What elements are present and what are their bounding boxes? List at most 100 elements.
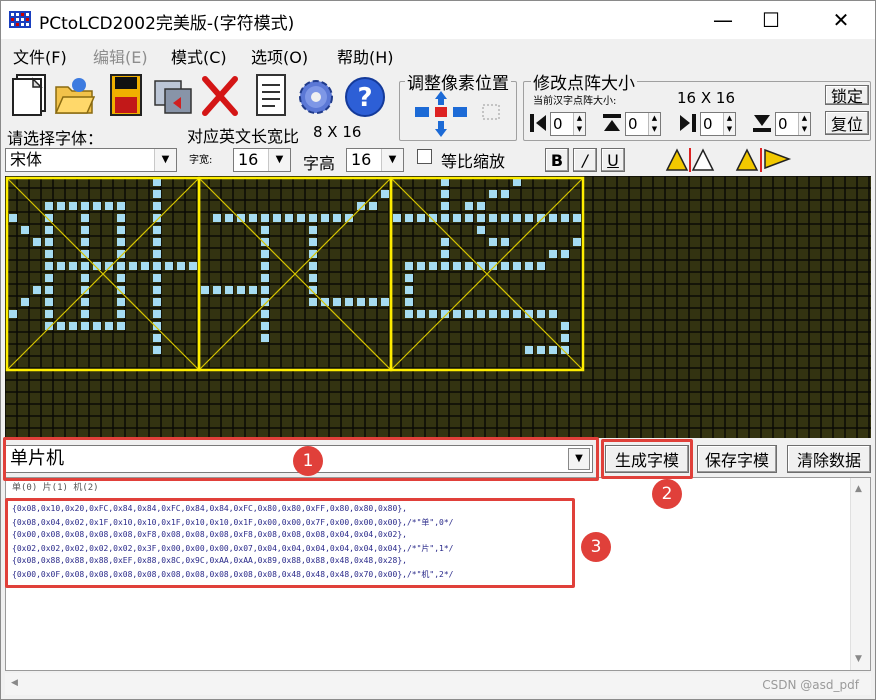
glyph-pixel <box>93 202 101 210</box>
glyph-pixel <box>129 262 137 270</box>
glyph-pixel <box>153 190 161 198</box>
notepad-icon[interactable] <box>251 73 293 119</box>
glyph-pixel <box>477 226 485 234</box>
glyph-pixel <box>57 322 65 330</box>
glyph-pixel <box>81 202 89 210</box>
select-font-label: 请选择字体： <box>7 129 104 148</box>
glyph-pixel <box>21 298 29 306</box>
glyph-pixel <box>297 214 305 222</box>
ratio-label: 对应英文长宽比 <box>187 127 300 146</box>
proportional-label: 等比缩放 <box>441 152 506 171</box>
glyph-pixel <box>117 262 125 270</box>
glyph-pixel <box>489 238 497 246</box>
proportional-checkbox[interactable] <box>417 149 432 164</box>
help-icon[interactable]: ? <box>343 73 385 119</box>
right-margin-icon <box>680 114 696 132</box>
canvas-background <box>5 176 871 438</box>
glyph-pixel <box>525 346 533 354</box>
glyph-pixel <box>45 226 53 234</box>
glyph-pixel <box>513 310 521 318</box>
menu-options[interactable]: 选项(O) <box>251 44 308 68</box>
glyph-pixel <box>69 202 77 210</box>
glyph-pixel <box>81 322 89 330</box>
font-select[interactable]: 宋体 ▼ <box>5 148 177 172</box>
height-select[interactable]: 16 ▼ <box>346 148 404 172</box>
flip-horizontal-icon[interactable] <box>663 146 719 172</box>
glyph-pixel <box>81 310 89 318</box>
width-label: 字宽: <box>189 155 213 166</box>
chevron-down-icon: ▼ <box>268 149 290 171</box>
glyph-pixel <box>213 214 221 222</box>
glyph-pixel <box>117 310 125 318</box>
glyph-pixel <box>45 202 53 210</box>
glyph-pixel <box>357 298 365 306</box>
glyph-pixel <box>381 298 389 306</box>
horizontal-scrollbar[interactable]: ◀ <box>5 673 871 695</box>
top-margin-spin[interactable]: 0 ▲ ▼ <box>625 112 661 136</box>
annotation-badge: 2 <box>652 479 682 509</box>
glyph-pixel <box>369 298 377 306</box>
glyph-pixel <box>45 262 53 270</box>
glyph-pixel <box>117 322 125 330</box>
vertical-scrollbar[interactable]: ▲ ▼ <box>850 478 870 670</box>
glyph-pixel <box>261 214 269 222</box>
window-title: PCtoLCD2002完美版-(字符模式) <box>39 14 295 34</box>
menu-bar: 文件(F) 编辑(E) 模式(C) 选项(O) 帮助(H) <box>1 41 875 67</box>
lock-button[interactable]: 锁定 <box>825 85 869 106</box>
italic-button[interactable]: / <box>573 148 597 172</box>
settings-gear-icon[interactable] <box>295 73 337 119</box>
glyph-pixel <box>525 262 533 270</box>
glyph-pixel <box>201 286 209 294</box>
delete-x-icon[interactable] <box>199 73 241 119</box>
glyph-pixel <box>153 286 161 294</box>
glyph-pixel <box>261 310 269 318</box>
glyph-pixel <box>249 286 257 294</box>
underline-button[interactable]: U <box>601 148 625 172</box>
flip-vertical-icon[interactable] <box>733 146 793 172</box>
height-label: 字高 <box>303 154 336 173</box>
bold-button[interactable]: B <box>545 148 569 172</box>
width-select[interactable]: 16 ▼ <box>233 148 291 172</box>
glyph-pixel <box>441 238 449 246</box>
glyph-pixel <box>405 310 413 318</box>
save-disk-icon[interactable] <box>105 73 147 119</box>
dot-matrix-canvas[interactable] <box>5 176 871 438</box>
left-margin-spin[interactable]: 0 ▲ ▼ <box>550 112 586 136</box>
glyph-pixel <box>153 262 161 270</box>
glyph-pixel <box>501 310 509 318</box>
right-margin-spin[interactable]: 0 ▲ ▼ <box>700 112 736 136</box>
clear-data-button[interactable]: 清除数据 <box>787 445 871 473</box>
maximize-button[interactable]: ☐ <box>743 1 799 39</box>
menu-edit[interactable]: 编辑(E) <box>93 44 148 68</box>
glyph-pixel <box>453 310 461 318</box>
glyph-pixel <box>309 238 317 246</box>
app-icon <box>9 11 31 28</box>
glyph-pixel <box>441 190 449 198</box>
glyph-pixel <box>573 214 581 222</box>
reset-button[interactable]: 复位 <box>825 111 869 135</box>
open-folder-icon[interactable] <box>53 73 95 119</box>
close-button[interactable]: ✕ <box>813 1 869 39</box>
glyph-pixel <box>309 298 317 306</box>
pixel-move-arrows-icon[interactable] <box>411 89 511 139</box>
new-file-icon[interactable] <box>7 73 49 119</box>
glyph-pixel <box>45 286 53 294</box>
bottom-margin-spin[interactable]: 0 ▲ ▼ <box>775 112 811 136</box>
menu-mode[interactable]: 模式(C) <box>171 44 227 68</box>
glyph-pixel <box>33 238 41 246</box>
glyph-pixel <box>561 334 569 342</box>
glyph-pixel <box>153 250 161 258</box>
ratio-value: 8 X 16 <box>313 123 362 141</box>
glyph-pixel <box>117 226 125 234</box>
glyph-pixel <box>213 286 221 294</box>
convert-icon[interactable] <box>151 73 193 119</box>
menu-help[interactable]: 帮助(H) <box>337 44 394 68</box>
save-font-button[interactable]: 保存字模 <box>697 445 777 473</box>
glyph-pixel <box>81 262 89 270</box>
glyph-pixel <box>309 262 317 270</box>
scroll-left-icon[interactable]: ◀ <box>11 678 18 688</box>
scroll-up-icon[interactable]: ▲ <box>855 484 862 494</box>
scroll-down-icon[interactable]: ▼ <box>855 654 862 664</box>
menu-file[interactable]: 文件(F) <box>13 44 67 68</box>
glyph-pixel <box>57 202 65 210</box>
